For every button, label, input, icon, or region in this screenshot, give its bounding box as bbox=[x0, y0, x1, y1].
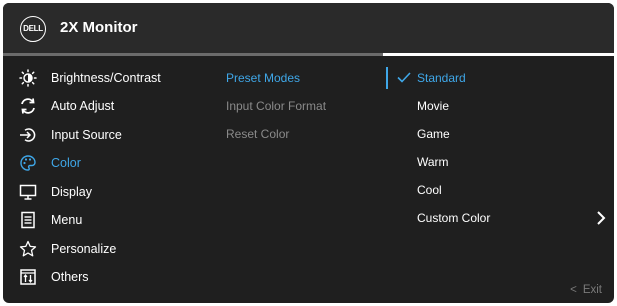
menu-item-label: Personalize bbox=[51, 242, 117, 256]
menu-item-menu[interactable]: Menu bbox=[17, 209, 207, 231]
exit-button[interactable]: < Exit bbox=[570, 284, 602, 296]
submenu-item-preset-modes[interactable]: Preset Modes bbox=[226, 68, 300, 88]
preset-option-game[interactable]: Game bbox=[417, 124, 450, 144]
menu-item-auto-adjust[interactable]: Auto Adjust bbox=[17, 95, 207, 117]
checkmark-icon bbox=[397, 72, 411, 83]
menu-item-label: Menu bbox=[51, 213, 83, 227]
preset-option-warm[interactable]: Warm bbox=[417, 152, 449, 172]
submenu-item-reset-color[interactable]: Reset Color bbox=[226, 124, 289, 144]
menu-item-label: Input Source bbox=[51, 128, 122, 142]
menu-icon bbox=[17, 211, 39, 229]
preset-option-custom-color[interactable]: Custom Color bbox=[417, 208, 490, 228]
menu-item-display[interactable]: Display bbox=[17, 181, 207, 203]
preset-option-standard[interactable]: Standard bbox=[417, 68, 466, 88]
menu-item-personalize[interactable]: Personalize bbox=[17, 238, 207, 260]
osd-header: DELL 2X Monitor bbox=[3, 3, 614, 53]
selection-indicator-bar bbox=[386, 67, 388, 89]
display-icon bbox=[17, 183, 39, 201]
input-source-icon bbox=[17, 126, 39, 144]
monitor-osd-panel: DELL 2X Monitor Brightness/Contrast Auto… bbox=[3, 3, 614, 303]
menu-item-label: Display bbox=[51, 185, 92, 199]
menu-item-others[interactable]: Others bbox=[17, 266, 207, 288]
preset-option-movie[interactable]: Movie bbox=[417, 96, 449, 116]
menu-item-label: Color bbox=[51, 156, 81, 170]
preset-option-cool[interactable]: Cool bbox=[417, 180, 442, 200]
chevron-right-icon[interactable] bbox=[595, 210, 607, 226]
star-icon bbox=[17, 240, 39, 258]
dell-logo: DELL bbox=[20, 16, 46, 42]
others-icon bbox=[17, 268, 39, 286]
brightness-icon bbox=[17, 69, 39, 87]
exit-label: Exit bbox=[582, 284, 602, 296]
menu-item-color[interactable]: Color bbox=[17, 152, 207, 174]
osd-title: 2X Monitor bbox=[60, 19, 138, 36]
header-divider bbox=[3, 53, 383, 56]
menu-item-label: Brightness/Contrast bbox=[51, 71, 161, 85]
menu-item-label: Others bbox=[51, 270, 89, 284]
auto-adjust-icon bbox=[17, 97, 39, 115]
menu-item-input-source[interactable]: Input Source bbox=[17, 124, 207, 146]
menu-item-brightness-contrast[interactable]: Brightness/Contrast bbox=[17, 67, 207, 89]
color-palette-icon bbox=[17, 154, 39, 172]
chevron-left-icon: < bbox=[570, 284, 577, 296]
menu-item-label: Auto Adjust bbox=[51, 99, 115, 113]
submenu-item-input-color-format[interactable]: Input Color Format bbox=[226, 96, 326, 116]
header-divider-highlight bbox=[383, 53, 614, 56]
